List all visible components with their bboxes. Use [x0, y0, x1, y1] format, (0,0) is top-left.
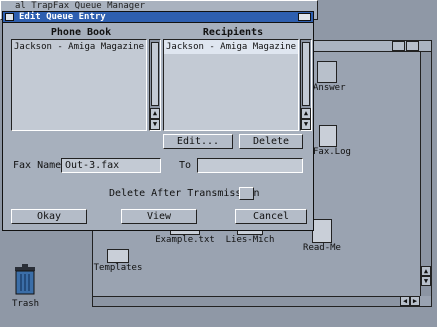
to-field[interactable] — [197, 158, 303, 173]
depth-gadget-icon[interactable] — [298, 13, 311, 21]
recipients-scrollbar[interactable]: ▲ ▼ — [300, 39, 312, 131]
lies-mich-label: Lies-Mich — [225, 235, 275, 245]
phone-book-item[interactable]: Jackson - Amiga Magazine — [12, 40, 146, 54]
scroll-up-icon[interactable]: ▲ — [421, 266, 431, 276]
to-label: To — [179, 160, 192, 171]
scroll-down-icon[interactable]: ▼ — [421, 276, 431, 286]
templates-label: Templates — [93, 263, 143, 273]
edit-queue-entry-dialog[interactable]: Edit Queue Entry Phone Book Recipients J… — [2, 11, 314, 231]
scroll-up-icon[interactable]: ▲ — [301, 108, 311, 119]
view-button[interactable]: View — [121, 209, 197, 224]
answer-icon[interactable]: Answer — [313, 61, 346, 93]
recipients-scroll-knob[interactable] — [302, 42, 310, 106]
okay-button[interactable]: Okay — [11, 209, 87, 224]
lies-mich-icon[interactable]: Lies-Mich — [225, 229, 275, 245]
trash-icon[interactable]: Trash — [12, 262, 52, 309]
scroll-down-icon[interactable]: ▼ — [150, 119, 160, 130]
phone-book-list[interactable]: Jackson - Amiga Magazine — [11, 39, 147, 131]
depth-gadget-icon[interactable] — [406, 41, 419, 51]
read-me-label: Read-Me — [303, 243, 341, 253]
example-txt-label: Example.txt — [155, 235, 215, 245]
fax-name-field[interactable]: Out-3.fax — [61, 158, 161, 173]
recipient-item[interactable]: Jackson - Amiga Magazine — [164, 40, 298, 54]
phone-book-scrollbar[interactable]: ▲ ▼ — [149, 39, 161, 131]
queue-manager-title: al TrapFax Queue Manager — [15, 1, 146, 11]
cancel-button[interactable]: Cancel — [235, 209, 307, 224]
scroll-down-icon[interactable]: ▼ — [301, 119, 311, 130]
scroll-right-icon[interactable]: ▶ — [410, 296, 420, 306]
trash-can-icon — [15, 264, 35, 295]
fax-log-label: Fax.Log — [313, 147, 351, 157]
phone-book-header: Phone Book — [50, 27, 112, 38]
recipients-list[interactable]: Jackson - Amiga Magazine — [163, 39, 299, 131]
zoom-gadget-icon[interactable] — [392, 41, 405, 51]
trash-label: Trash — [12, 299, 40, 309]
delete-button[interactable]: Delete — [239, 134, 303, 149]
drawer-horizontal-scrollbar[interactable]: ◀ ▶ — [93, 296, 420, 306]
delete-after-label: Delete After Transmission — [109, 188, 260, 199]
close-gadget-icon[interactable] — [5, 13, 14, 21]
phone-book-scroll-knob[interactable] — [151, 42, 159, 106]
fax-name-label: Fax Name — [13, 160, 62, 171]
drawer-vertical-scrollbar[interactable]: ▲ ▼ — [420, 52, 431, 296]
templates-icon[interactable]: Templates — [93, 249, 143, 273]
recipients-header: Recipients — [202, 27, 264, 38]
example-txt-icon[interactable]: Example.txt — [155, 229, 215, 245]
dialog-title: Edit Queue Entry — [19, 12, 106, 22]
edit-button[interactable]: Edit... — [163, 134, 233, 149]
dialog-title-bar[interactable]: Edit Queue Entry — [3, 12, 313, 23]
delete-after-checkbox[interactable] — [239, 187, 254, 200]
fax-log-icon[interactable]: Fax.Log — [313, 125, 351, 157]
scroll-up-icon[interactable]: ▲ — [150, 108, 160, 119]
answer-label: Answer — [313, 83, 346, 93]
scroll-left-icon[interactable]: ◀ — [400, 296, 410, 306]
